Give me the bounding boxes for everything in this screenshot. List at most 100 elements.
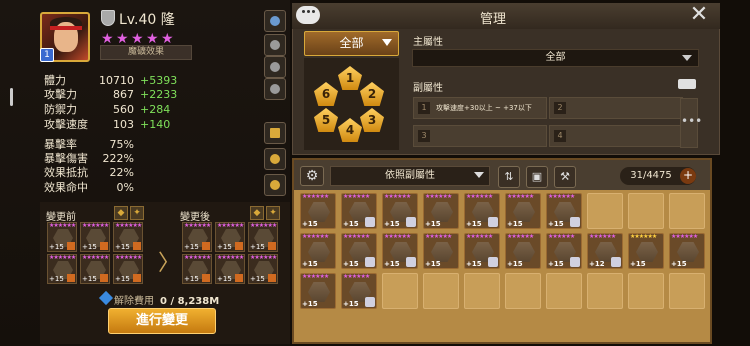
sub-stat-slot[interactable]: 4 xyxy=(549,125,683,147)
rune-slot[interactable]: ★★★★★★ +15 xyxy=(113,222,143,252)
set-filter-select[interactable]: 全部 xyxy=(304,31,399,56)
stat-value: 103 xyxy=(113,118,134,131)
rune-level: +15 xyxy=(671,260,687,268)
gear-icon[interactable]: ⚙ xyxy=(300,166,324,186)
rune-slot[interactable]: ★★★★★★ +15 xyxy=(80,254,110,284)
rune-slot[interactable]: ★★★★★★ +15 xyxy=(47,254,77,284)
rune-item[interactable]: ★★★★★★ +15 xyxy=(382,193,418,229)
rune-stars: ★★★★★★ xyxy=(671,233,698,240)
rune-item[interactable]: ★★★★★★ +15 xyxy=(341,193,377,229)
rune-level: +15 xyxy=(184,243,199,251)
chat-icon[interactable] xyxy=(296,6,320,24)
rune-stars: ★★★★★★ xyxy=(82,254,109,261)
sub-slot-number: 1 xyxy=(418,102,430,114)
rune-item[interactable]: ★★★★★★ +15 xyxy=(423,193,459,229)
stat-bonus: +2233 xyxy=(140,88,178,101)
rune-slot[interactable]: ★★★★★★ +15 xyxy=(248,254,278,284)
rune-slot[interactable]: ★★★★★★ +15 xyxy=(47,222,77,252)
rune-level: +15 xyxy=(466,220,482,228)
rune-slot-icon[interactable] xyxy=(264,56,286,78)
empty-slot xyxy=(587,273,623,309)
stat-row: 攻擊速度 103 +140 xyxy=(44,118,204,131)
after-label: 變更後 xyxy=(180,212,210,223)
rune-item[interactable]: ★★★★★★ +15 xyxy=(505,193,541,229)
rune-item[interactable]: ★★★★★★ +15 xyxy=(382,233,418,269)
rune-item[interactable]: ★★★★★★ +15 xyxy=(300,273,336,309)
rune-item[interactable]: ★★★★★★ +15 xyxy=(423,233,459,269)
rune-stars: ★★★★★★ xyxy=(384,233,411,240)
rune-item[interactable]: ★★★★★★ +15 xyxy=(300,193,336,229)
sort-order-icon[interactable]: ⇅ xyxy=(498,166,520,188)
sub-stat-slot[interactable]: 1 攻擊速度+30以上 ~ +37以下 xyxy=(413,97,547,119)
rune-stars: ★★★★★★ xyxy=(302,193,329,200)
close-icon[interactable]: ✕ xyxy=(688,4,710,26)
stat-label: 暴擊率 xyxy=(44,138,77,151)
rune-stars: ★★★★★★ xyxy=(425,233,452,240)
rune-level: +15 xyxy=(343,300,359,308)
sub-slot-text: 攻擊速度+30以上 ~ +37以下 xyxy=(436,104,532,112)
stat-label: 效果抵抗 xyxy=(44,166,88,179)
rune-stars: ★★★★★★ xyxy=(507,193,534,200)
sort-select[interactable]: 依照副屬性 xyxy=(330,166,490,186)
sub-slot-number: 4 xyxy=(554,130,566,142)
add-storage-button[interactable]: + xyxy=(680,168,696,184)
rune-slot[interactable]: ★★★★★★ +15 xyxy=(182,222,212,252)
rune-item[interactable]: ★★★★★★ +15 xyxy=(464,233,500,269)
rune-stars: ★★★★★★ xyxy=(548,193,575,200)
rune-icon xyxy=(513,242,535,262)
rune-item[interactable]: ★★★★★★ +15 xyxy=(546,233,582,269)
stat-value: 0% xyxy=(116,181,134,194)
rune-stars: ★★★★★★ xyxy=(343,233,370,240)
empty-slot xyxy=(382,273,418,309)
rune-slot[interactable]: ★★★★★★ +15 xyxy=(113,254,143,284)
rune-slot[interactable]: ★★★★★★ +15 xyxy=(215,254,245,284)
rune-item[interactable]: ★★★★★★ +15 xyxy=(669,233,705,269)
rune-level: +15 xyxy=(217,243,232,251)
management-title: 管理 xyxy=(480,12,507,27)
rune-level: +15 xyxy=(115,275,130,283)
rune-item[interactable]: ★★★★★★ +15 xyxy=(546,193,582,229)
bag-icon[interactable]: ▣ xyxy=(526,166,548,188)
rune-slot-icon[interactable] xyxy=(264,10,286,32)
gear-star-icon[interactable] xyxy=(264,174,286,196)
rune-level: +15 xyxy=(115,243,130,251)
sub-stat-slot[interactable]: 3 xyxy=(413,125,547,147)
pencil-icon[interactable] xyxy=(264,122,286,144)
rune-stars: ★★★★★★ xyxy=(115,254,142,261)
rune-slot[interactable]: ★★★★★★ +15 xyxy=(215,222,245,252)
stat-bonus: +140 xyxy=(140,118,171,131)
rune-level: +15 xyxy=(548,220,564,228)
rune-slot[interactable]: ★★★★★★ +15 xyxy=(80,222,110,252)
rune-item[interactable]: ★★★★★★ +15 xyxy=(300,233,336,269)
sub-stat-slot[interactable]: 2 xyxy=(549,97,683,119)
rune-icon xyxy=(308,242,330,262)
stat-value: 560 xyxy=(113,103,134,116)
proceed-change-button[interactable]: 進行變更 xyxy=(108,308,216,334)
stat-label: 暴擊傷害 xyxy=(44,152,88,165)
rune-item[interactable]: ★★★★★★ +12 xyxy=(587,233,623,269)
rune-item[interactable]: ★★★★★★ +15 xyxy=(505,233,541,269)
sub-stat-menu-button[interactable] xyxy=(678,79,696,89)
hammer-icon[interactable]: ⚒ xyxy=(554,166,576,188)
empty-slot xyxy=(669,193,705,229)
empty-slot xyxy=(669,273,705,309)
set-effect-button[interactable]: 魔礦效果 xyxy=(100,45,192,60)
sub-stat-label: 副屬性 xyxy=(413,83,443,94)
rune-item[interactable]: ★★★★★★ +15 xyxy=(341,233,377,269)
hero-avatar[interactable]: 1 xyxy=(40,12,90,62)
sidebar-handle[interactable] xyxy=(10,88,13,106)
rune-slot-icon[interactable] xyxy=(264,78,286,100)
set-tag-icon xyxy=(67,242,75,250)
rune-item[interactable]: ★★★★★★ +15 xyxy=(341,273,377,309)
rune-slot[interactable]: ★★★★★★ +15 xyxy=(248,222,278,252)
monster-icon xyxy=(488,217,498,227)
rune-level: +15 xyxy=(302,300,318,308)
rune-slot[interactable]: ★★★★★★ +15 xyxy=(182,254,212,284)
more-icon[interactable]: ••• xyxy=(680,98,702,148)
sort-value: 依照副屬性 xyxy=(385,170,435,181)
rune-item[interactable]: ★★★★★★ +15 xyxy=(464,193,500,229)
rune-item[interactable]: ★★★★★★ +15 xyxy=(628,233,664,269)
runes-icon[interactable] xyxy=(264,148,286,170)
main-stat-select[interactable]: 全部 xyxy=(412,49,699,67)
rune-slot-icon[interactable] xyxy=(264,34,286,56)
